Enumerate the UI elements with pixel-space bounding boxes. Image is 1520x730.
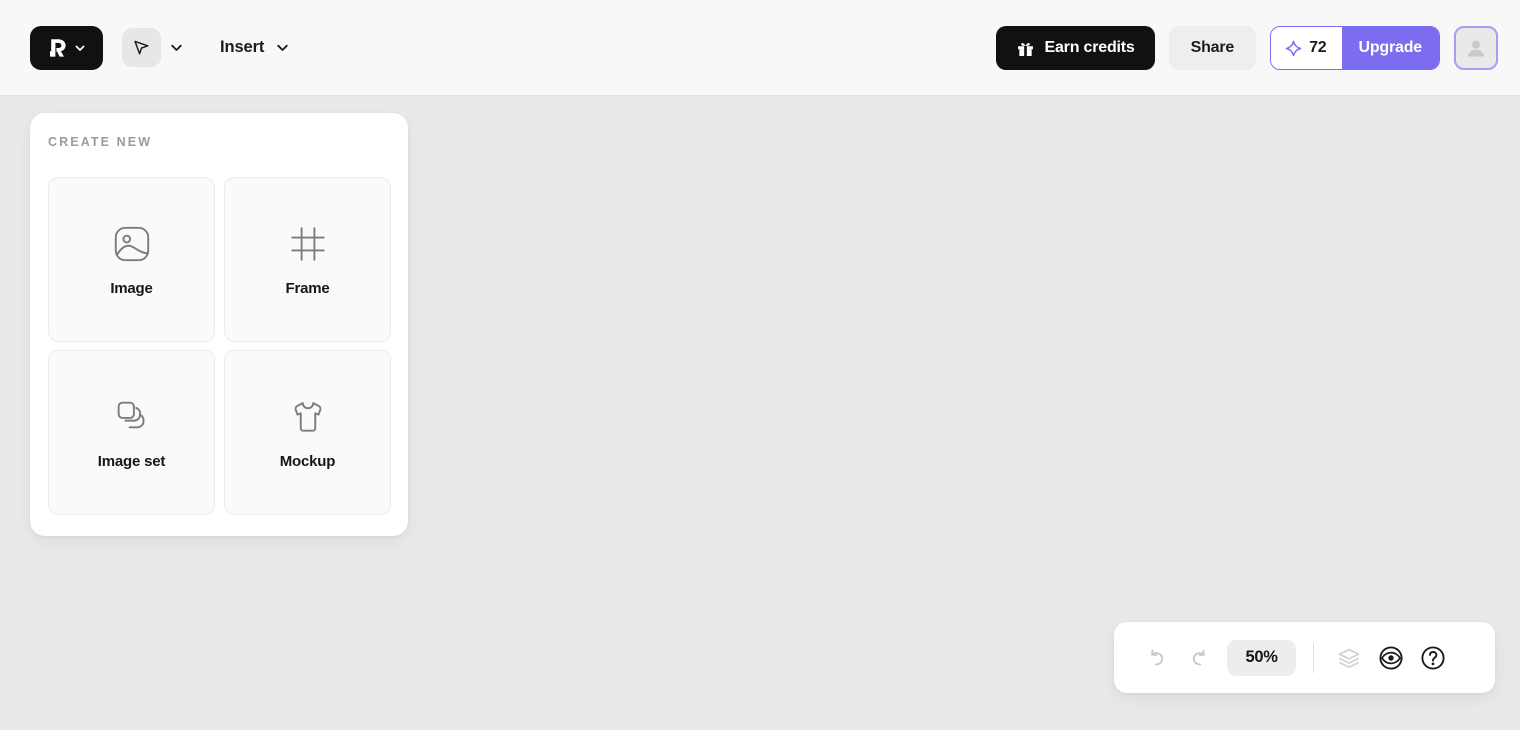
create-card-mockup[interactable]: Mockup	[224, 350, 391, 515]
toolbar-divider	[1313, 642, 1314, 673]
earn-credits-button[interactable]: Earn credits	[995, 26, 1155, 70]
create-card-frame-label: Frame	[285, 279, 330, 297]
share-button[interactable]: Share	[1168, 26, 1257, 70]
help-button[interactable]	[1412, 637, 1454, 679]
app-logo-icon	[50, 38, 66, 57]
image-stack-icon	[117, 401, 145, 428]
credits-count: 72	[1309, 39, 1327, 56]
chevron-down-icon	[277, 44, 289, 51]
select-tool-dropdown[interactable]	[169, 40, 184, 55]
topbar-left-group: Insert	[0, 25, 290, 70]
tshirt-icon	[294, 401, 321, 432]
diamond-sparkle-icon	[1285, 40, 1302, 56]
credits-badge[interactable]: 72	[1271, 27, 1342, 69]
cursor-arrow-icon	[134, 40, 149, 55]
create-card-image[interactable]: Image	[48, 177, 215, 342]
chevron-down-icon	[75, 45, 85, 51]
zoom-level-button[interactable]: 50%	[1227, 639, 1296, 676]
upgrade-button[interactable]: Upgrade	[1341, 27, 1439, 69]
eye-circle-icon	[1379, 645, 1403, 670]
canvas-area[interactable]: CREATE NEW Image Frame Image set Mockup …	[0, 96, 1520, 730]
app-logo-button[interactable]	[30, 25, 103, 70]
question-circle-icon	[1421, 645, 1445, 670]
canvas-bottom-toolbar: 50%	[1114, 622, 1495, 693]
create-card-image-set-label: Image set	[97, 452, 166, 470]
app-root: Insert Earn credits Share 72 Upgrade CRE…	[0, 0, 1520, 730]
select-tool-button[interactable]	[122, 28, 161, 67]
user-avatar-button[interactable]	[1454, 26, 1498, 70]
top-toolbar: Insert Earn credits Share 72 Upgrade	[0, 0, 1520, 96]
topbar-right-group: Earn credits Share 72 Upgrade	[995, 0, 1498, 96]
create-new-card-grid: Image Frame Image set Mockup	[48, 177, 391, 515]
create-card-frame[interactable]: Frame	[224, 177, 391, 342]
create-card-image-label: Image	[110, 279, 153, 297]
chevron-down-icon	[171, 44, 182, 51]
insert-menu[interactable]: Insert	[220, 38, 290, 57]
create-card-mockup-label: Mockup	[279, 452, 336, 470]
redo-button[interactable]	[1178, 637, 1220, 679]
create-new-title: CREATE NEW	[48, 135, 153, 149]
frame-icon	[290, 226, 325, 261]
zoom-level-label: 50%	[1245, 648, 1278, 666]
gift-icon	[1017, 42, 1033, 56]
image-icon	[114, 226, 149, 261]
insert-menu-label: Insert	[220, 38, 265, 56]
upgrade-group: 72 Upgrade	[1270, 26, 1440, 70]
share-label: Share	[1190, 39, 1235, 56]
undo-arrow-icon	[1151, 649, 1164, 665]
layers-icon	[1338, 648, 1360, 668]
upgrade-label: Upgrade	[1358, 39, 1423, 56]
undo-button[interactable]	[1136, 637, 1178, 679]
preview-button[interactable]	[1370, 637, 1412, 679]
layers-button[interactable]	[1328, 637, 1370, 679]
create-card-image-set[interactable]: Image set	[48, 350, 215, 515]
redo-arrow-icon	[1192, 649, 1205, 665]
earn-credits-label: Earn credits	[1044, 39, 1135, 56]
create-new-panel: CREATE NEW Image Frame Image set Mockup	[30, 113, 408, 536]
user-avatar-icon	[1467, 40, 1485, 57]
